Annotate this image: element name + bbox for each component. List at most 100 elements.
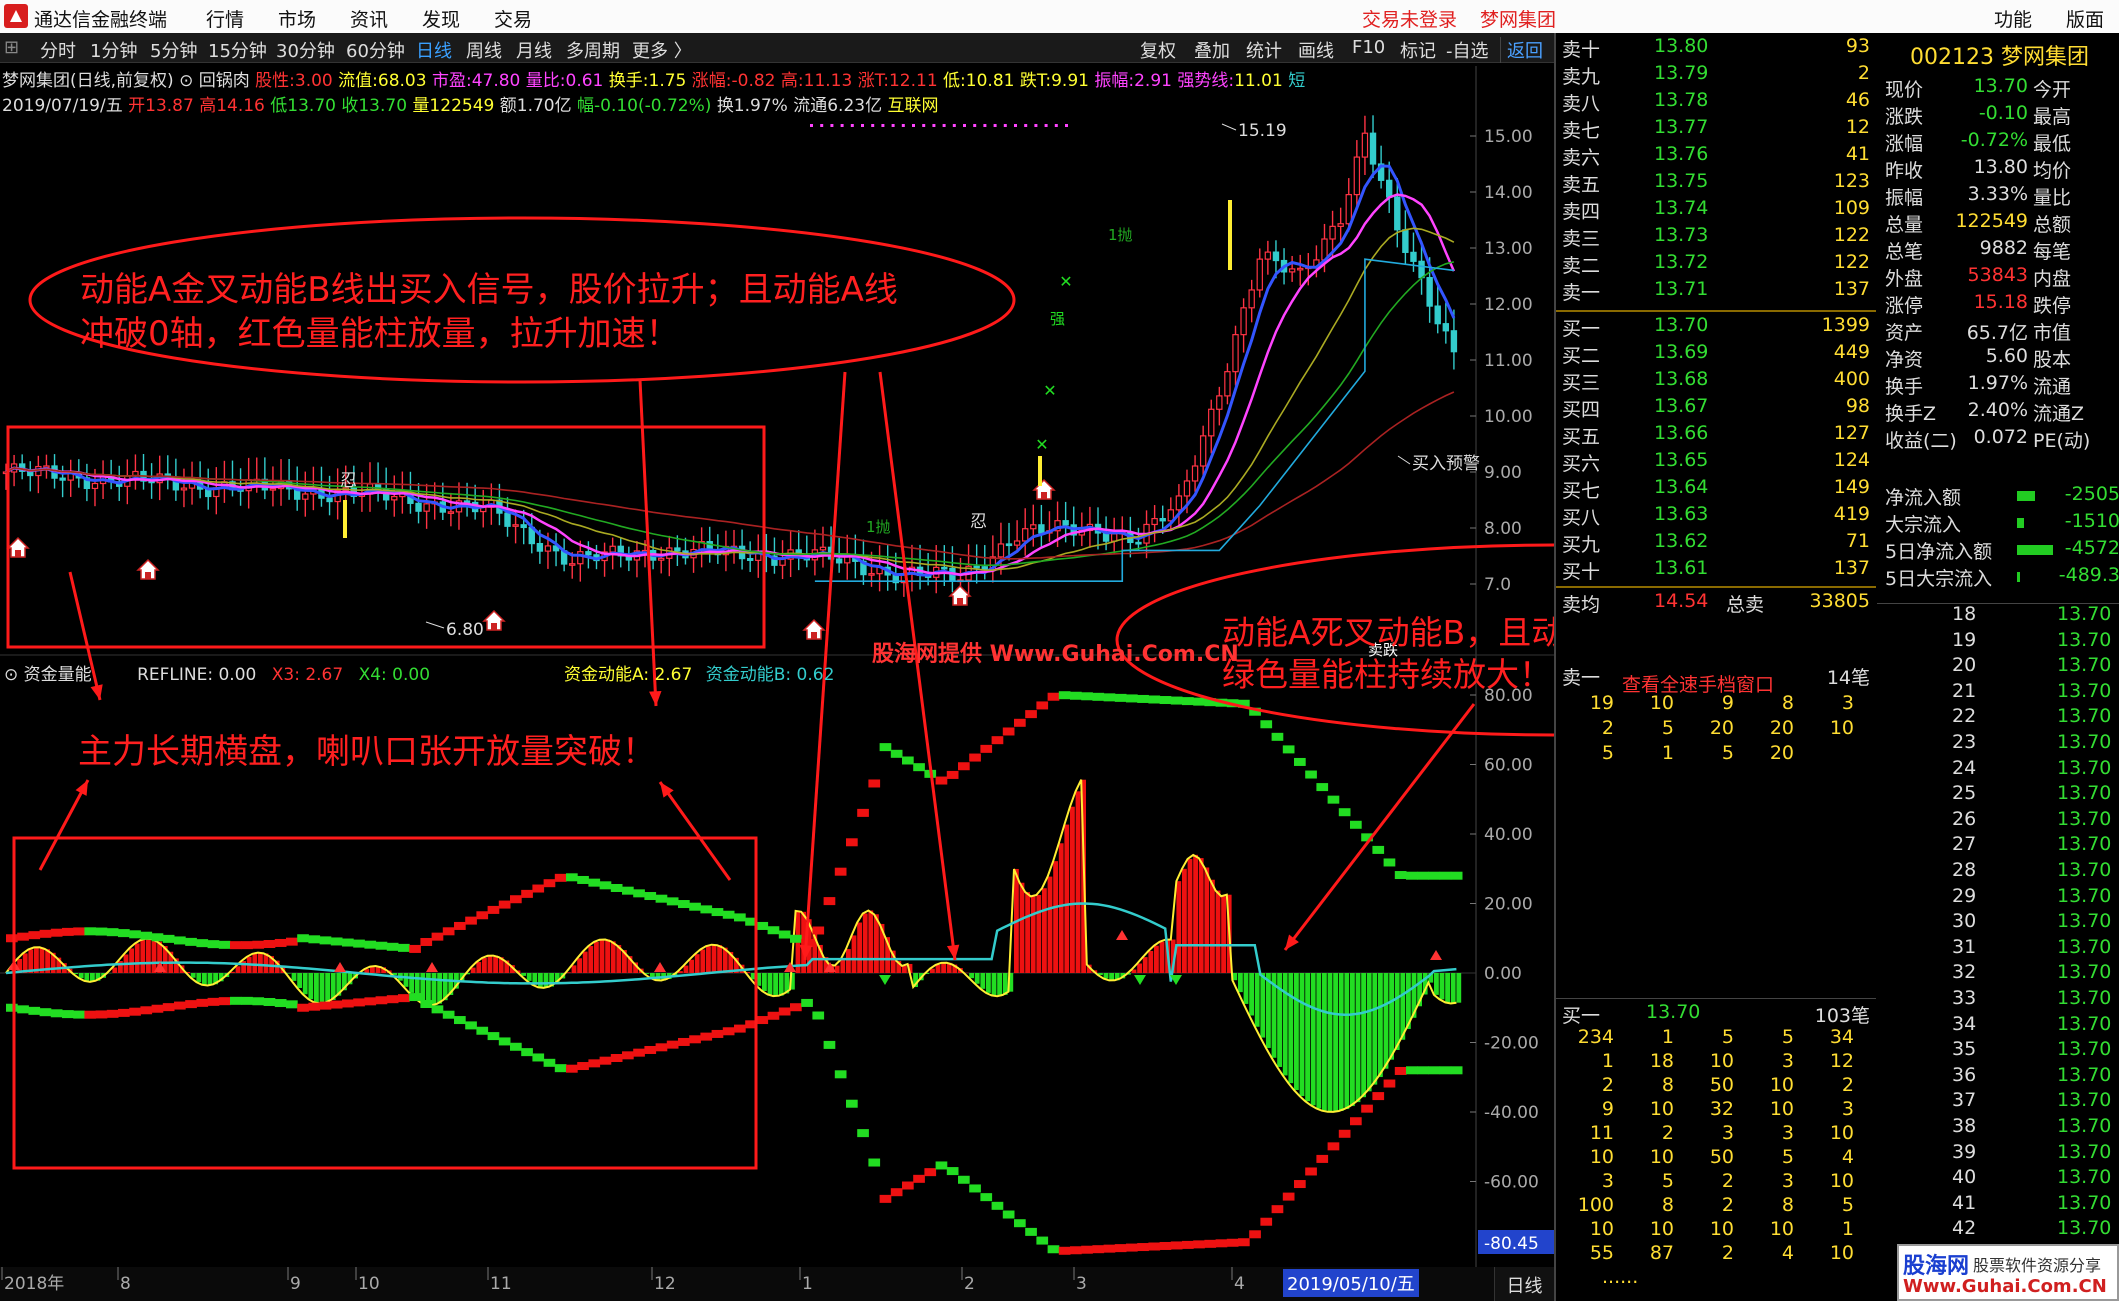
sell-queue-cell: 2 <box>1601 717 1614 739</box>
house-door-icon <box>957 598 963 605</box>
price-axis-label: 15.00 <box>1484 127 1533 147</box>
envelope-upper-step <box>588 878 601 887</box>
tick-time: 40 <box>1952 1166 1977 1189</box>
envelope-lower-step <box>700 1032 713 1041</box>
buy-queue-cell: 1 <box>1661 1026 1674 1048</box>
time-axis-label: 2 <box>964 1274 975 1294</box>
volume-bar <box>1019 882 1025 973</box>
dotted-marker <box>983 124 987 127</box>
envelope-upper-step <box>857 808 869 817</box>
tick-price: 13.70 <box>2057 935 2112 958</box>
sell-queue-cell: 5 <box>1661 717 1674 739</box>
ask-label: 卖九 <box>1562 66 1601 88</box>
volume-bar <box>846 949 851 973</box>
envelope-upper-step <box>655 894 668 903</box>
annotation-arrow-head <box>946 944 960 960</box>
volume-bar <box>1316 973 1322 1109</box>
time-axis-label: 12 <box>654 1274 676 1294</box>
buy-queue-cell: 10 <box>1649 1146 1674 1168</box>
indicator-name[interactable]: 资金量能 <box>24 665 92 685</box>
envelope-upper-step <box>1338 808 1351 817</box>
envelope-lower-step <box>622 1051 634 1060</box>
candle-body <box>1337 223 1344 227</box>
envelope-lower-step <box>185 1000 197 1009</box>
envelope-upper-step <box>1170 696 1183 705</box>
dotted-marker <box>963 124 966 127</box>
envelope-upper-step <box>252 940 265 949</box>
buy-queue-cell: 10 <box>1769 1218 1794 1240</box>
volume-bar <box>1070 806 1075 973</box>
volume-bar <box>1439 973 1445 1000</box>
sell-queue-cell: 3 <box>1841 692 1854 714</box>
envelope-lower-step <box>353 998 365 1007</box>
ask-price: 13.78 <box>1654 89 1709 111</box>
envelope-lower-step <box>1428 1066 1441 1075</box>
buy-queue-cell: 55 <box>1589 1242 1614 1264</box>
envelope-upper-step <box>1070 691 1082 700</box>
envelope-upper-step <box>62 927 74 936</box>
candle-body <box>1434 305 1441 325</box>
volume-bar <box>190 973 196 978</box>
envelope-lower-step <box>1394 1066 1407 1075</box>
volume-bar <box>314 973 319 1003</box>
buy-queue-cell: 10 <box>1829 1170 1854 1192</box>
envelope-lower-step <box>812 1011 825 1020</box>
envelope-lower-step <box>1305 1167 1317 1176</box>
volume-bar <box>1249 973 1254 1016</box>
candle-body <box>1264 251 1272 260</box>
volume-bar <box>1372 973 1378 1085</box>
volume-bar <box>1366 973 1372 1092</box>
fund-value: -4572 <box>2064 537 2119 559</box>
bid-label: 买五 <box>1562 426 1601 448</box>
envelope-lower-step <box>409 993 421 1002</box>
envelope-upper-step <box>28 931 41 940</box>
envelope-upper-step <box>946 770 959 779</box>
volume-bar <box>1260 973 1266 1038</box>
menu-banmian[interactable]: 版面 <box>2066 5 2104 32</box>
sell-queue-cell: 1 <box>1661 742 1674 764</box>
stat-label: 昨收 <box>1885 160 1924 182</box>
ask-label: 卖三 <box>1562 228 1601 250</box>
candle-body <box>423 503 430 512</box>
ren-signal-label: 忍 <box>340 471 357 491</box>
indicator-axis-label: -60.00 <box>1484 1173 1539 1193</box>
dongneng-a-value: 资金动能A: 2.67 <box>564 665 693 685</box>
envelope-upper-step <box>767 926 780 935</box>
dotted-marker <box>1034 124 1038 127</box>
volume-bar <box>599 939 605 973</box>
volume-bar <box>902 965 907 973</box>
envelope-lower-step <box>846 1099 858 1108</box>
volume-bar <box>1176 881 1182 973</box>
bid-label: 买九 <box>1562 534 1601 556</box>
ask-volume: 122 <box>1833 224 1870 246</box>
indicator-axis-label: 60.00 <box>1484 756 1533 776</box>
volume-bar <box>1350 973 1355 1107</box>
volume-bar <box>297 973 302 988</box>
x-signal-icon: ✕ <box>1043 381 1056 400</box>
time-axis-label: 3 <box>1076 1274 1087 1294</box>
envelope-upper-step <box>722 910 735 919</box>
envelope-lower-step <box>319 1001 332 1010</box>
candle-body <box>1297 267 1304 271</box>
tick-time: 26 <box>1952 807 1977 830</box>
buy-queue-cell: 2 <box>1841 1074 1854 1096</box>
envelope-upper-step <box>1350 820 1362 829</box>
volume-bar <box>487 955 493 973</box>
envelope-lower-step <box>1338 1129 1351 1138</box>
envelope-lower-step <box>521 1048 533 1057</box>
bid-row: 买七 13.64 149 <box>1556 476 1876 503</box>
indicator-toggle-icon[interactable]: ⊙ <box>4 665 18 685</box>
candle-body <box>973 565 980 569</box>
dotted-marker <box>840 124 844 127</box>
orderbook-divider <box>1556 586 1876 588</box>
volume-bar <box>1254 973 1260 1027</box>
candle-body <box>1110 533 1118 542</box>
stat-value: 9882 <box>1979 237 2028 259</box>
menu-gongneng[interactable]: 功能 <box>1994 5 2032 32</box>
period-tab-bottom[interactable]: 日线 <box>1494 1267 1554 1301</box>
x4-value: X4: 0.00 <box>358 665 431 685</box>
fund-value: -1510 <box>2064 510 2119 532</box>
envelope-upper-step <box>566 873 578 882</box>
indicator-header: ⊙ 资金量能 REFLINE: 0.00 X3: 2.67 X4: 0.00 <box>4 660 430 685</box>
candle-body <box>819 546 827 551</box>
